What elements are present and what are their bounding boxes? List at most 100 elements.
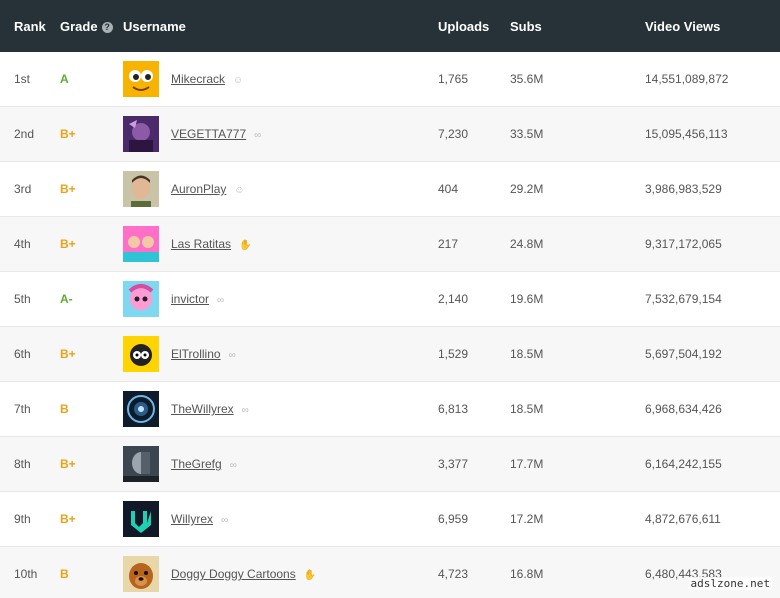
username-link[interactable]: Willyrex ∞	[171, 512, 228, 526]
username-text: VEGETTA777	[171, 127, 247, 141]
table-header: Rank Grade? Username Uploads Subs Video …	[0, 0, 780, 52]
rank-value: 6th	[14, 347, 31, 361]
username-link[interactable]: TheGrefg ∞	[171, 457, 237, 471]
uploads-value: 3,377	[438, 457, 469, 471]
avatar[interactable]	[123, 116, 159, 152]
username-link[interactable]: Las Ratitas ✋	[171, 237, 251, 251]
column-header-username[interactable]: Username	[123, 19, 186, 34]
uploads-value: 6,813	[438, 402, 469, 416]
channel-type-icon: ☺	[233, 75, 244, 86]
subs-value: 17.7M	[510, 457, 544, 471]
column-header-subs[interactable]: Subs	[510, 19, 542, 34]
dog-avatar	[123, 556, 159, 592]
uploads-value: 2,140	[438, 292, 469, 306]
username-link[interactable]: TheWillyrex ∞	[171, 402, 249, 416]
avatar[interactable]	[123, 226, 159, 262]
uploads-value: 404	[438, 182, 459, 196]
uploads-value: 4,723	[438, 567, 469, 581]
rank-value: 9th	[14, 512, 31, 526]
pink-kids-avatar	[123, 226, 159, 262]
table-row: 5th A- invictor ∞ 2,140 19.6M 7,532,679,1…	[0, 272, 780, 327]
views-value: 15,095,456,113	[645, 127, 728, 141]
grade-value: B+	[60, 457, 76, 471]
username-link[interactable]: Doggy Doggy Cartoons ✋	[171, 567, 316, 581]
channel-type-icon: ∞	[254, 130, 262, 141]
subs-value: 18.5M	[510, 347, 544, 361]
pink-anime-avatar	[123, 281, 159, 317]
views-value: 7,532,679,154	[645, 292, 722, 306]
uploads-value: 217	[438, 237, 459, 251]
table-row: 3rd B+ AuronPlay ☺ 404 29.2M 3,986,983,52…	[0, 162, 780, 217]
uploads-value: 1,529	[438, 347, 469, 361]
channel-type-icon: ∞	[229, 460, 237, 471]
subs-value: 35.6M	[510, 72, 544, 86]
views-value: 4,872,676,611	[645, 512, 721, 526]
subs-value: 29.2M	[510, 182, 544, 196]
avatar[interactable]	[123, 556, 159, 592]
column-header-grade-label: Grade	[60, 19, 98, 34]
table-row: 1st A Mikecrack ☺ 1,765 35.6M 14,551,089,…	[0, 52, 780, 107]
username-text: Doggy Doggy Cartoons	[171, 567, 296, 581]
grade-value: B+	[60, 182, 76, 196]
column-header-uploads[interactable]: Uploads	[438, 19, 489, 34]
table-row: 2nd B+ VEGETTA777 ∞ 7,230 33.5M 15,095,45…	[0, 107, 780, 162]
teal-logo-avatar	[123, 501, 159, 537]
channel-type-icon: ∞	[221, 515, 229, 526]
rank-value: 7th	[14, 402, 31, 416]
grade-value: B+	[60, 512, 76, 526]
views-value: 14,551,089,872	[645, 72, 729, 86]
username-text: TheWillyrex	[171, 402, 234, 416]
grade-value: B+	[60, 237, 76, 251]
table-row: 8th B+ TheGrefg ∞ 3,377 17.7M 6,164,242,1…	[0, 437, 780, 492]
watermark: adslzone.net	[688, 577, 772, 590]
grade-value: B	[60, 567, 69, 581]
column-header-grade[interactable]: Grade?	[60, 19, 113, 34]
grade-value: B+	[60, 127, 76, 141]
blue-emblem-avatar	[123, 391, 159, 427]
rank-value: 1st	[14, 72, 31, 86]
table-row: 7th B TheWillyrex ∞ 6,813 18.5M 6,968,634…	[0, 382, 780, 437]
channel-type-icon: ∞	[217, 295, 225, 306]
views-value: 5,697,504,192	[645, 347, 722, 361]
username-link[interactable]: invictor ∞	[171, 292, 224, 306]
ranking-table: 1st A Mikecrack ☺ 1,765 35.6M 14,551,089,…	[0, 52, 780, 598]
username-text: ElTrollino	[171, 347, 221, 361]
avatar[interactable]	[123, 171, 159, 207]
column-header-views[interactable]: Video Views	[645, 19, 720, 34]
username-link[interactable]: VEGETTA777 ∞	[171, 127, 261, 141]
avatar[interactable]	[123, 446, 159, 482]
uploads-value: 6,959	[438, 512, 469, 526]
subs-value: 24.8M	[510, 237, 544, 251]
username-link[interactable]: Mikecrack ☺	[171, 72, 243, 86]
help-icon[interactable]: ?	[101, 22, 113, 33]
grade-value: A	[60, 72, 69, 86]
views-value: 6,968,634,426	[645, 402, 722, 416]
uploads-value: 7,230	[438, 127, 469, 141]
table-row: 4th B+ Las Ratitas ✋ 217 24.8M 9,317,172,…	[0, 217, 780, 272]
channel-type-icon: ∞	[228, 350, 236, 361]
avatar[interactable]	[123, 61, 159, 97]
username-link[interactable]: ElTrollino ∞	[171, 347, 236, 361]
table-row: 6th B+ ElTrollino ∞ 1,529 18.5M 5,697,504…	[0, 327, 780, 382]
username-text: TheGrefg	[171, 457, 222, 471]
channel-type-icon: ✋	[239, 240, 252, 251]
grade-value: B	[60, 402, 69, 416]
subs-value: 18.5M	[510, 402, 544, 416]
column-header-rank[interactable]: Rank	[14, 19, 46, 34]
username-text: Mikecrack	[171, 72, 226, 86]
grade-value: A-	[60, 292, 73, 306]
rank-value: 8th	[14, 457, 31, 471]
avatar[interactable]	[123, 336, 159, 372]
username-link[interactable]: AuronPlay ☺	[171, 182, 245, 196]
views-value: 9,317,172,065	[645, 237, 722, 251]
rank-value: 2nd	[14, 127, 35, 141]
avatar[interactable]	[123, 391, 159, 427]
subs-value: 17.2M	[510, 512, 544, 526]
avatar[interactable]	[123, 501, 159, 537]
cartoon-character-avatar	[123, 336, 159, 372]
rank-value: 3rd	[14, 182, 32, 196]
purple-character-avatar	[123, 116, 159, 152]
avatar[interactable]	[123, 281, 159, 317]
views-value: 3,986,983,529	[645, 182, 722, 196]
rank-value: 5th	[14, 292, 31, 306]
